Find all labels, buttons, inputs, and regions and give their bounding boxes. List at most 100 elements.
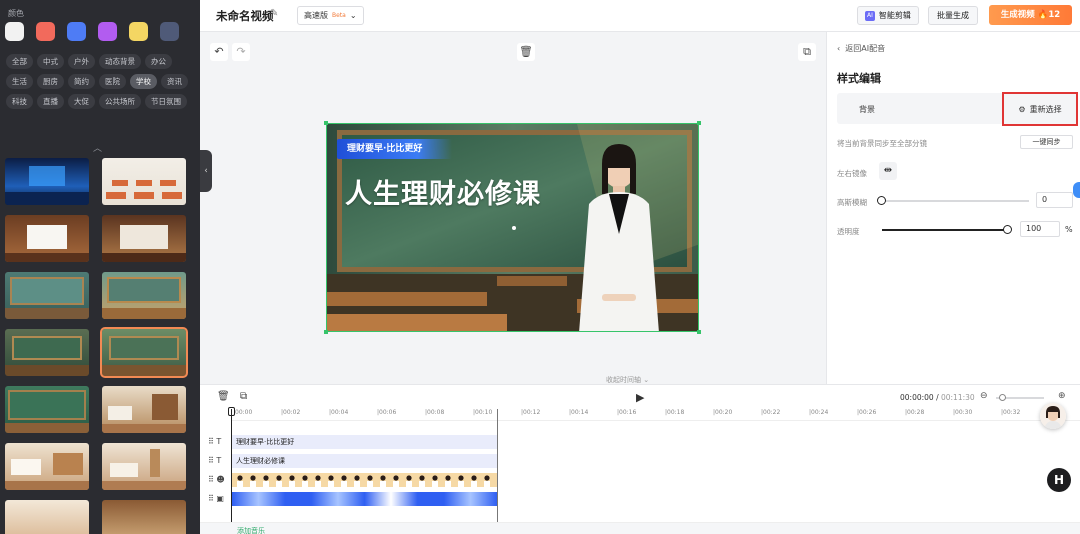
category-tag[interactable]: 节日氛围 [145,94,187,109]
zoom-slider-knob[interactable] [999,394,1006,401]
avatar-frame-body [471,481,477,487]
mirror-flip-icon[interactable]: ⇹ [879,162,897,180]
blur-value-input[interactable]: 0 [1036,192,1073,208]
opacity-slider-knob[interactable] [1003,225,1012,234]
category-tags: 全部 中式 户外 动态背景 办公生活 厨房 简约 医院 学校 资讯科技 直播 大促 公共场所 节日氛围 [6,54,196,109]
mode-select[interactable]: 高速版 Beta ⌄ [297,6,364,25]
background-thumb[interactable] [5,272,89,319]
blur-slider-knob[interactable] [877,196,886,205]
color-swatch[interactable] [36,22,55,41]
avatar-frame-body [328,481,334,487]
avatar-frame-head [471,475,477,481]
copy-icon[interactable]: ⧉ [240,391,247,402]
category-tag[interactable]: 资讯 [161,74,188,89]
title-track-clip[interactable]: 人生理财必修课 [232,454,497,468]
ruler-tick-label: |00:32 [1001,409,1021,416]
background-thumb[interactable] [5,443,89,490]
playhead[interactable] [231,409,232,534]
resize-handle[interactable] [324,121,328,125]
back-label: 返回AI配音 [845,44,886,53]
category-tag[interactable]: 医院 [99,74,126,89]
color-swatch[interactable] [129,22,148,41]
brand-logo-icon[interactable]: H [1047,468,1071,492]
color-swatch[interactable] [98,22,117,41]
pencil-icon[interactable]: ✎ [270,8,278,19]
assistant-avatar[interactable] [1040,403,1066,429]
resize-handle[interactable] [324,330,328,334]
background-thumb[interactable] [5,215,89,262]
trash-icon[interactable]: 🗑 [517,43,535,61]
zoom-in-icon[interactable]: ⊕ [1058,391,1066,401]
avatar-frame-head [419,475,425,481]
generate-video-button[interactable]: 生成视频 🔥12 [989,5,1072,25]
banner-text[interactable]: 理财要早·比比更好 [337,139,453,159]
smart-edit-button[interactable]: AI 智能剪辑 [857,6,919,25]
zoom-out-icon[interactable]: ⊖ [980,391,988,401]
time-ruler[interactable]: |00:00 |00:02 |00:04 |00:06 |00:08 |00:10 |00:… [231,407,1080,421]
image-track-icon: ⠿ ▣ [208,494,224,503]
resize-handle[interactable] [697,330,701,334]
music-track[interactable]: 添加音乐 [200,522,1080,534]
opacity-value-input[interactable]: 100 [1020,221,1060,237]
avatar-track-clip[interactable] [232,473,497,487]
panel-title: 样式编辑 [837,72,881,85]
background-thumb[interactable] [102,158,186,205]
background-thumb[interactable] [102,215,186,262]
category-tag[interactable]: 全部 [6,54,33,69]
ruler-tick-label: |00:26 [857,409,877,416]
background-track-clip[interactable] [232,492,497,506]
category-tag[interactable]: 中式 [37,54,64,69]
batch-generate-button[interactable]: 批量生成 [928,6,978,25]
play-icon[interactable]: ▶ [636,391,644,404]
chevron-down-icon: ⌄ [349,11,357,20]
category-tag[interactable]: 办公 [145,54,172,69]
background-thumb-selected[interactable] [100,327,188,378]
background-thumb[interactable] [5,329,89,376]
background-thumb[interactable] [5,386,89,433]
background-thumb[interactable] [5,158,89,205]
category-tag[interactable]: 直播 [37,94,64,109]
redo-icon[interactable]: ↷ [232,43,250,61]
background-label: 背景 [859,105,875,114]
sync-label: 将当前背景同步至全部分镜 [837,139,927,148]
back-button[interactable]: ‹ 返回AI配音 [837,43,885,54]
video-stage[interactable]: 理财要早·比比更好 人生理财必修课 [326,123,699,332]
category-tag[interactable]: 科技 [6,94,33,109]
chevron-down-icon: ⌄ [643,376,650,384]
subtitle-track-clip[interactable]: 理财要早·比比更好 [232,435,497,449]
background-thumb[interactable] [102,500,186,534]
background-thumb[interactable] [102,386,186,433]
undo-icon[interactable]: ↶ [210,43,228,61]
video-title[interactable]: 未命名视频 [216,8,274,24]
category-tag[interactable]: 简约 [68,74,95,89]
avatar-frame-head [341,475,347,481]
blur-slider[interactable] [882,200,1029,202]
layout-icon[interactable]: ⧉ [798,43,816,61]
category-tag[interactable]: 学校 [130,74,157,89]
ruler-tick-label: |00:24 [809,409,829,416]
collapse-panel-toggle[interactable]: ‹ [200,150,212,192]
headline-text[interactable]: 人生理财必修课 [345,172,541,211]
help-bubble-icon[interactable] [1073,182,1080,198]
avatar-frame-body [354,481,360,487]
collapse-filters-icon[interactable]: ︿ [93,141,102,154]
avatar-frame-head [263,475,269,481]
stage-center-dot [512,226,516,230]
category-tag[interactable]: 动态背景 [99,54,141,69]
background-thumb[interactable] [102,272,186,319]
category-tag[interactable]: 生活 [6,74,33,89]
background-thumb[interactable] [102,443,186,490]
sync-all-button[interactable]: 一键同步 [1020,135,1073,149]
color-swatch[interactable] [67,22,86,41]
color-swatch[interactable] [5,22,24,41]
category-tag[interactable]: 公共场所 [99,94,141,109]
category-tag[interactable]: 厨房 [37,74,64,89]
reselect-label: 重新选择 [1029,104,1062,114]
reselect-button[interactable]: ⚙ 重新选择 [1002,92,1078,126]
trash-icon[interactable]: 🗑 [217,391,230,402]
category-tag[interactable]: 大促 [68,94,95,109]
category-tag[interactable]: 户外 [68,54,95,69]
background-thumb[interactable] [5,500,89,534]
resize-handle[interactable] [697,121,701,125]
color-swatch[interactable] [160,22,179,41]
